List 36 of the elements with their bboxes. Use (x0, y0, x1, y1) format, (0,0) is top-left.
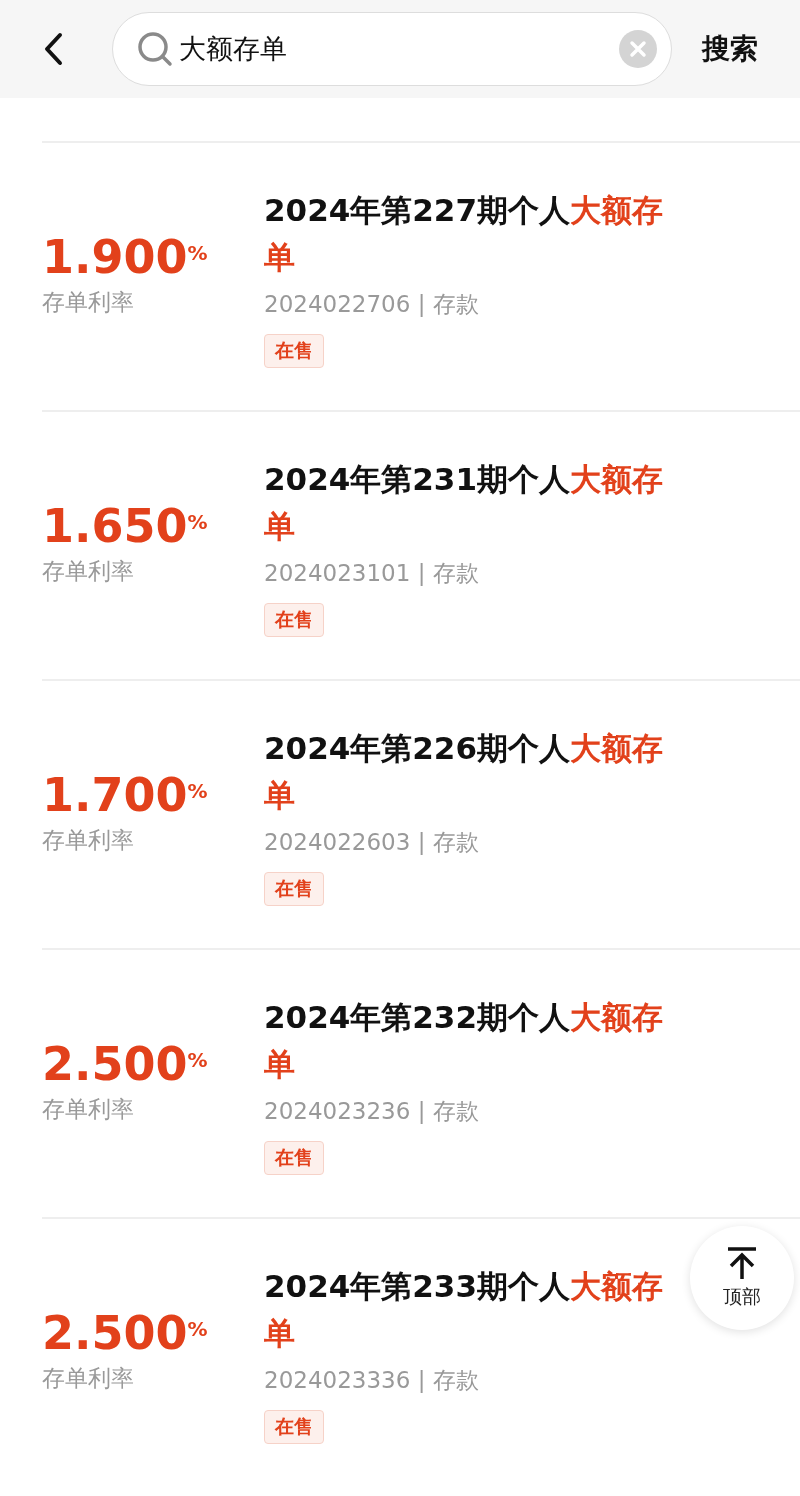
product-code: 2024022603 | 存款 (264, 828, 479, 857)
arrow-up-icon (725, 1246, 759, 1280)
interest-rate: 1.900$^{%}$ (42, 231, 208, 283)
product-card[interactable]: 1.900$^{%}$ 存单利率 2024年第227期个人大额存单 2024022706 | 存款 在售 (42, 141, 800, 410)
status-tag: 在售 (264, 603, 324, 637)
product-title: 2024年第231期个人大额存单 (264, 460, 664, 546)
product-title: 2024年第233期个人大额存单 (264, 1267, 664, 1353)
search-field[interactable]: 大额存单 (112, 12, 672, 86)
rate-label: 存单利率 (42, 288, 134, 317)
product-title: 2024年第227期个人大额存单 (264, 191, 664, 277)
rate-label: 存单利率 (42, 826, 134, 855)
search-input[interactable]: 大额存单 (177, 32, 615, 66)
product-code: 2024023101 | 存款 (264, 559, 479, 588)
rate-label: 存单利率 (42, 557, 134, 586)
product-code: 2024023336 | 存款 (264, 1366, 479, 1395)
product-title: 2024年第232期个人大额存单 (264, 998, 664, 1084)
rate-label: 存单利率 (42, 1364, 134, 1393)
back-to-top-button[interactable]: 顶部 (690, 1226, 794, 1330)
product-card[interactable]: 1.700$^{%}$ 存单利率 2024年第226期个人大额存单 2024022603 | 存款 在售 (42, 679, 800, 948)
product-title: 2024年第226期个人大额存单 (264, 729, 664, 815)
status-tag: 在售 (264, 872, 324, 906)
chevron-left-icon (42, 32, 64, 66)
product-card[interactable]: 2.500$^{%}$ 存单利率 2024年第232期个人大额存单 2024023236 | 存款 在售 (42, 948, 800, 1217)
interest-rate: 1.700$^{%}$ (42, 769, 208, 821)
search-button[interactable]: 搜索 (702, 30, 758, 68)
status-tag: 在售 (264, 334, 324, 368)
status-tag: 在售 (264, 1141, 324, 1175)
interest-rate: 2.500$^{%}$ (42, 1038, 208, 1090)
product-code: 2024023236 | 存款 (264, 1097, 479, 1126)
product-card[interactable]: 1.650$^{%}$ 存单利率 2024年第231期个人大额存单 2024023101 | 存款 在售 (42, 410, 800, 679)
rate-label: 存单利率 (42, 1095, 134, 1124)
status-tag: 在售 (264, 1410, 324, 1444)
search-icon (137, 31, 173, 67)
interest-rate: 1.650$^{%}$ (42, 500, 208, 552)
product-code: 2024022706 | 存款 (264, 290, 479, 319)
interest-rate: 2.500$^{%}$ (42, 1307, 208, 1359)
